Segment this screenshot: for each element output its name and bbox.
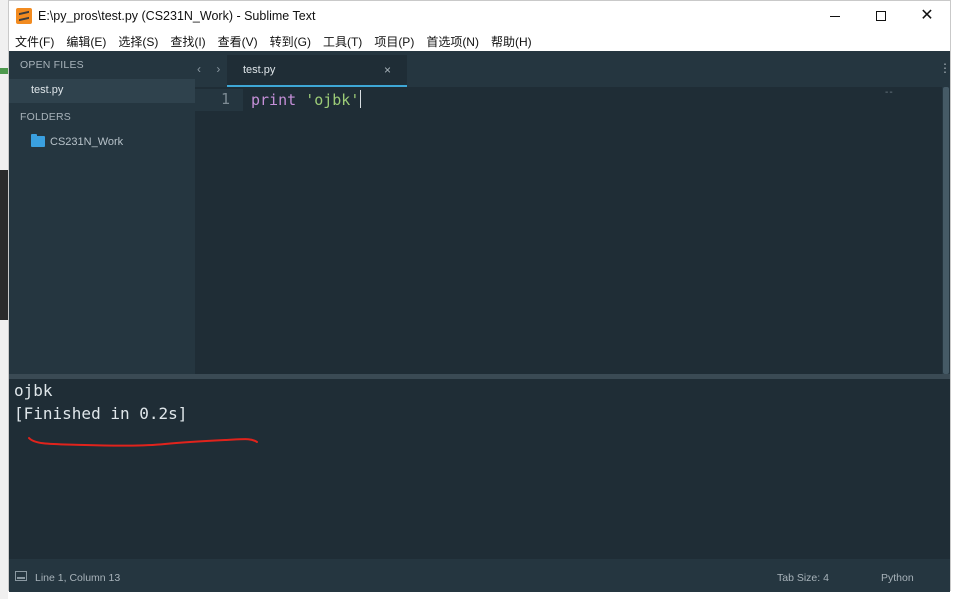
text-cursor: [360, 90, 362, 108]
menu-preferences[interactable]: 首选项(N): [420, 33, 485, 50]
sublime-app-icon[interactable]: [16, 8, 32, 24]
tab-overflow-menu-icon[interactable]: ⋮: [939, 61, 951, 75]
status-bar: Line 1, Column 13 Tab Size: 4 Python: [9, 559, 950, 592]
sublime-window: E:\py_pros\test.py (CS231N_Work) - Subli…: [8, 0, 951, 592]
tab-label: test.py: [243, 64, 276, 76]
main-area: OPEN FILES test.py FOLDERS CS231N_Work ‹…: [9, 51, 951, 374]
panel-toggle-icon[interactable]: [15, 571, 27, 581]
build-output-panel[interactable]: ojbk [Finished in 0.2s]: [9, 379, 950, 559]
tab-nav-arrows-icon[interactable]: ‹ ›: [197, 62, 226, 76]
menu-goto[interactable]: 转到(G): [264, 33, 317, 50]
open-files-header: OPEN FILES: [20, 59, 84, 71]
menu-selection[interactable]: 选择(S): [112, 33, 164, 50]
close-window-button[interactable]: ✕: [904, 1, 950, 31]
folder-label: CS231N_Work: [50, 136, 124, 148]
menu-view[interactable]: 查看(V): [212, 33, 264, 50]
code-line[interactable]: print 'ojbk': [251, 90, 362, 109]
tab-bar: ‹ › test.py × ⋮: [195, 51, 951, 87]
code-string: 'ojbk': [305, 91, 360, 109]
red-annotation-underline: [28, 437, 258, 447]
cursor-position: Line 1, Column 13: [35, 572, 121, 584]
title-bar[interactable]: E:\py_pros\test.py (CS231N_Work) - Subli…: [9, 1, 950, 31]
maximize-button[interactable]: [858, 1, 904, 31]
menu-tools[interactable]: 工具(T): [317, 33, 368, 50]
sidebar-item-folder[interactable]: CS231N_Work: [9, 131, 195, 153]
output-line-2: [Finished in 0.2s]: [14, 404, 188, 423]
menu-edit[interactable]: 编辑(E): [60, 33, 112, 50]
folders-header: FOLDERS: [20, 111, 71, 123]
minimize-icon: [830, 15, 840, 17]
menu-bar: 文件(F) 编辑(E) 选择(S) 查找(I) 查看(V) 转到(G) 工具(T…: [9, 31, 950, 51]
line-number: 1: [221, 90, 231, 108]
tab-test-py[interactable]: test.py ×: [227, 55, 407, 87]
menu-project[interactable]: 项目(P): [368, 33, 420, 50]
code-editor[interactable]: 1 print 'ojbk' --: [195, 87, 950, 374]
background-window: [0, 170, 8, 320]
minimap[interactable]: --: [885, 87, 894, 98]
tab-size-selector[interactable]: Tab Size: 4: [777, 572, 829, 584]
menu-find[interactable]: 查找(I): [164, 33, 211, 50]
editor-scrollbar[interactable]: [942, 87, 950, 374]
background-strip: [0, 68, 8, 74]
syntax-selector[interactable]: Python: [881, 572, 914, 584]
current-line-highlight: [195, 89, 243, 111]
maximize-icon: [876, 11, 886, 21]
sidebar-item-open-file[interactable]: test.py: [9, 79, 195, 103]
desktop-background: [0, 0, 8, 599]
menu-help[interactable]: 帮助(H): [485, 33, 538, 50]
open-file-label: test.py: [31, 84, 64, 96]
output-line-1: ojbk: [14, 381, 53, 400]
window-title: E:\py_pros\test.py (CS231N_Work) - Subli…: [38, 9, 316, 23]
close-icon: ✕: [920, 7, 934, 24]
menu-file[interactable]: 文件(F): [9, 33, 60, 50]
minimize-button[interactable]: [812, 1, 858, 31]
scrollbar-thumb[interactable]: [943, 87, 949, 374]
folder-icon: [31, 134, 45, 147]
tab-close-icon[interactable]: ×: [384, 63, 391, 77]
line-gutter: 1: [195, 87, 247, 374]
code-keyword: print: [251, 91, 297, 109]
sidebar: OPEN FILES test.py FOLDERS CS231N_Work: [9, 51, 195, 374]
